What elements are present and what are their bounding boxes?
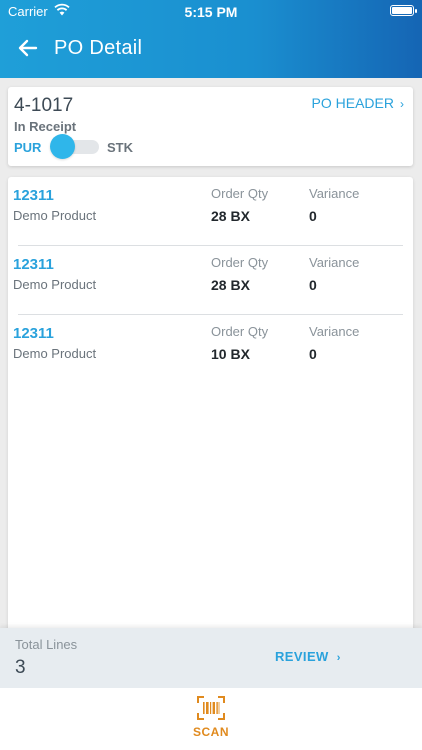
status-bar: Carrier 5:15 PM	[0, 0, 422, 22]
order-qty-label: Order Qty	[211, 186, 269, 201]
total-lines-value: 3	[15, 657, 26, 678]
po-status: In Receipt	[14, 119, 77, 134]
page-title: PO Detail	[54, 37, 143, 59]
arrow-left-icon[interactable]	[16, 36, 40, 60]
status-time: 5:15 PM	[184, 4, 238, 20]
battery-icon	[390, 5, 417, 16]
po-summary-card: 4-1017 In Receipt PO HEADER › PUR STK	[8, 87, 413, 166]
list-item[interactable]: 12311 Demo Product Order Qty 28 BX Varia…	[8, 246, 413, 315]
po-header-link-label: PO HEADER	[311, 95, 394, 111]
item-name: Demo Product	[13, 208, 97, 223]
review-button[interactable]: REVIEW ›	[275, 649, 341, 664]
list-item[interactable]: 12311 Demo Product Order Qty 10 BX Varia…	[8, 315, 413, 384]
item-code: 12311	[13, 325, 54, 342]
toggle-label-stk: STK	[107, 140, 133, 155]
scan-button[interactable]: SCAN	[181, 696, 241, 746]
order-qty-value: 28 BX	[211, 208, 250, 224]
order-qty-label: Order Qty	[211, 324, 269, 339]
variance-value: 0	[309, 346, 317, 362]
item-code: 12311	[13, 256, 54, 273]
variance-label: Variance	[309, 324, 360, 339]
scan-label: SCAN	[192, 725, 229, 739]
item-name: Demo Product	[13, 346, 97, 361]
order-qty-value: 28 BX	[211, 277, 250, 293]
summary-footer: Total Lines 3 REVIEW ›	[0, 628, 422, 688]
po-header-link[interactable]: PO HEADER ›	[312, 95, 404, 111]
order-qty-value: 10 BX	[211, 346, 250, 362]
variance-label: Variance	[309, 186, 360, 201]
po-number: 4-1017	[14, 95, 74, 116]
chevron-right-icon: ›	[400, 97, 404, 111]
toggle-knob[interactable]	[50, 134, 75, 159]
variance-value: 0	[309, 208, 317, 224]
bottom-tab-bar: SCAN	[0, 688, 422, 750]
list-item[interactable]: 12311 Demo Product Order Qty 28 BX Varia…	[8, 177, 413, 246]
variance-value: 0	[309, 277, 317, 293]
item-name: Demo Product	[13, 277, 97, 292]
chevron-right-icon: ›	[336, 652, 341, 664]
toggle-label-pur: PUR	[14, 140, 42, 155]
order-qty-label: Order Qty	[211, 255, 269, 270]
barcode-scan-icon	[197, 696, 225, 720]
app-header: Carrier 5:15 PM PO Detail	[0, 0, 422, 78]
pur-stk-toggle[interactable]	[50, 134, 99, 159]
total-lines-label: Total Lines	[15, 637, 78, 652]
po-lines-list: 12311 Demo Product Order Qty 28 BX Varia…	[8, 177, 413, 637]
item-code: 12311	[13, 187, 54, 204]
variance-label: Variance	[309, 255, 360, 270]
review-label: REVIEW	[275, 649, 329, 664]
